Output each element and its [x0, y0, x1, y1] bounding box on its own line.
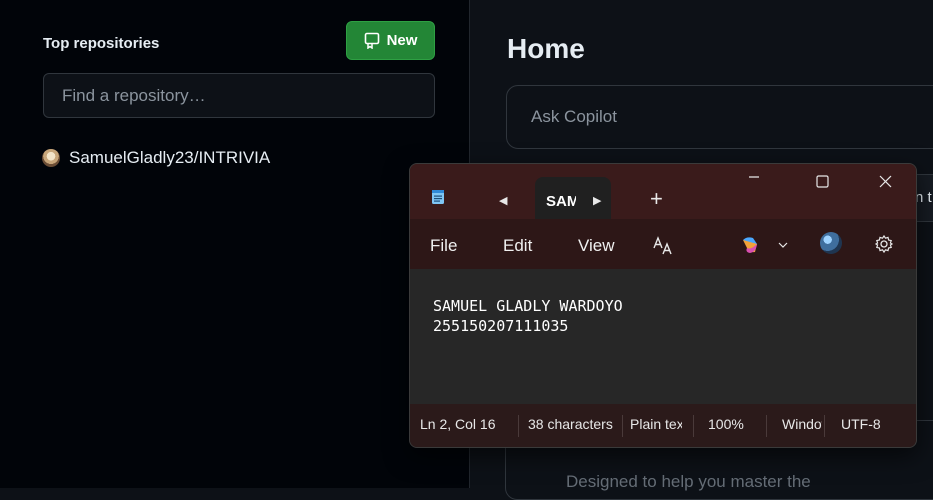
owner-avatar: [42, 149, 60, 167]
promo-card-subtitle: Designed to help you master the: [566, 472, 811, 491]
page-title: Home: [507, 33, 585, 64]
status-divider: [766, 415, 767, 437]
status-divider: [518, 415, 519, 437]
find-repository-input[interactable]: [43, 73, 435, 118]
menu-file[interactable]: File: [430, 236, 457, 256]
plus-icon[interactable]: +: [650, 186, 663, 212]
ask-copilot-input[interactable]: [506, 85, 933, 149]
minimize-icon[interactable]: [734, 168, 774, 198]
notepad-icon: [432, 190, 444, 204]
repository-link[interactable]: SamuelGladly23/INTRIVIA: [42, 148, 270, 168]
encoding[interactable]: UTF-8: [841, 416, 891, 432]
status-divider: [693, 415, 694, 437]
document-tab-label: SAMUEL GLADLY WARDOYO: [546, 193, 576, 210]
new-repository-button[interactable]: New: [346, 21, 435, 60]
text-format[interactable]: Plain text: [630, 416, 682, 432]
notepad-window: ◀ SAMUEL GLADLY WARDOYO ▶ + File Edit Vi…: [409, 163, 917, 448]
status-divider: [824, 415, 825, 437]
editor-line: SAMUEL GLADLY WARDOYO: [433, 297, 623, 315]
line-ending[interactable]: Windows (CRLF): [782, 416, 822, 432]
chevron-down-icon[interactable]: [778, 241, 788, 249]
repositories-sidebar: Top repositories New SamuelGladly23/INTR…: [0, 0, 470, 488]
menu-edit[interactable]: Edit: [503, 236, 532, 256]
copilot-icon[interactable]: [739, 234, 761, 256]
profile-avatar[interactable]: [820, 232, 842, 254]
close-icon[interactable]: [865, 168, 905, 198]
cursor-position[interactable]: Ln 2, Col 16: [420, 416, 508, 432]
caret-right-icon[interactable]: ▶: [593, 194, 601, 207]
gear-icon[interactable]: [874, 234, 894, 254]
menu-view[interactable]: View: [578, 236, 615, 256]
zoom-level[interactable]: 100%: [708, 416, 752, 432]
notepad-titlebar[interactable]: ◀ SAMUEL GLADLY WARDOYO ▶ +: [410, 164, 916, 221]
new-button-label: New: [386, 32, 418, 49]
text-editor[interactable]: SAMUEL GLADLY WARDOYO 255150207111035: [410, 269, 916, 404]
caret-left-icon[interactable]: ◀: [499, 194, 507, 207]
notepad-statusbar: Ln 2, Col 16 38 characters Plain text 10…: [410, 404, 916, 447]
repo-icon: [364, 32, 379, 49]
repository-name: SamuelGladly23/INTRIVIA: [69, 148, 271, 167]
font-icon[interactable]: [652, 236, 674, 256]
maximize-icon[interactable]: [802, 168, 842, 198]
notepad-menubar: File Edit View: [410, 219, 916, 269]
character-count: 38 characters: [528, 416, 613, 432]
editor-line: 255150207111035: [433, 317, 569, 335]
top-repositories-heading: Top repositories: [43, 35, 160, 52]
status-divider: [622, 415, 623, 437]
